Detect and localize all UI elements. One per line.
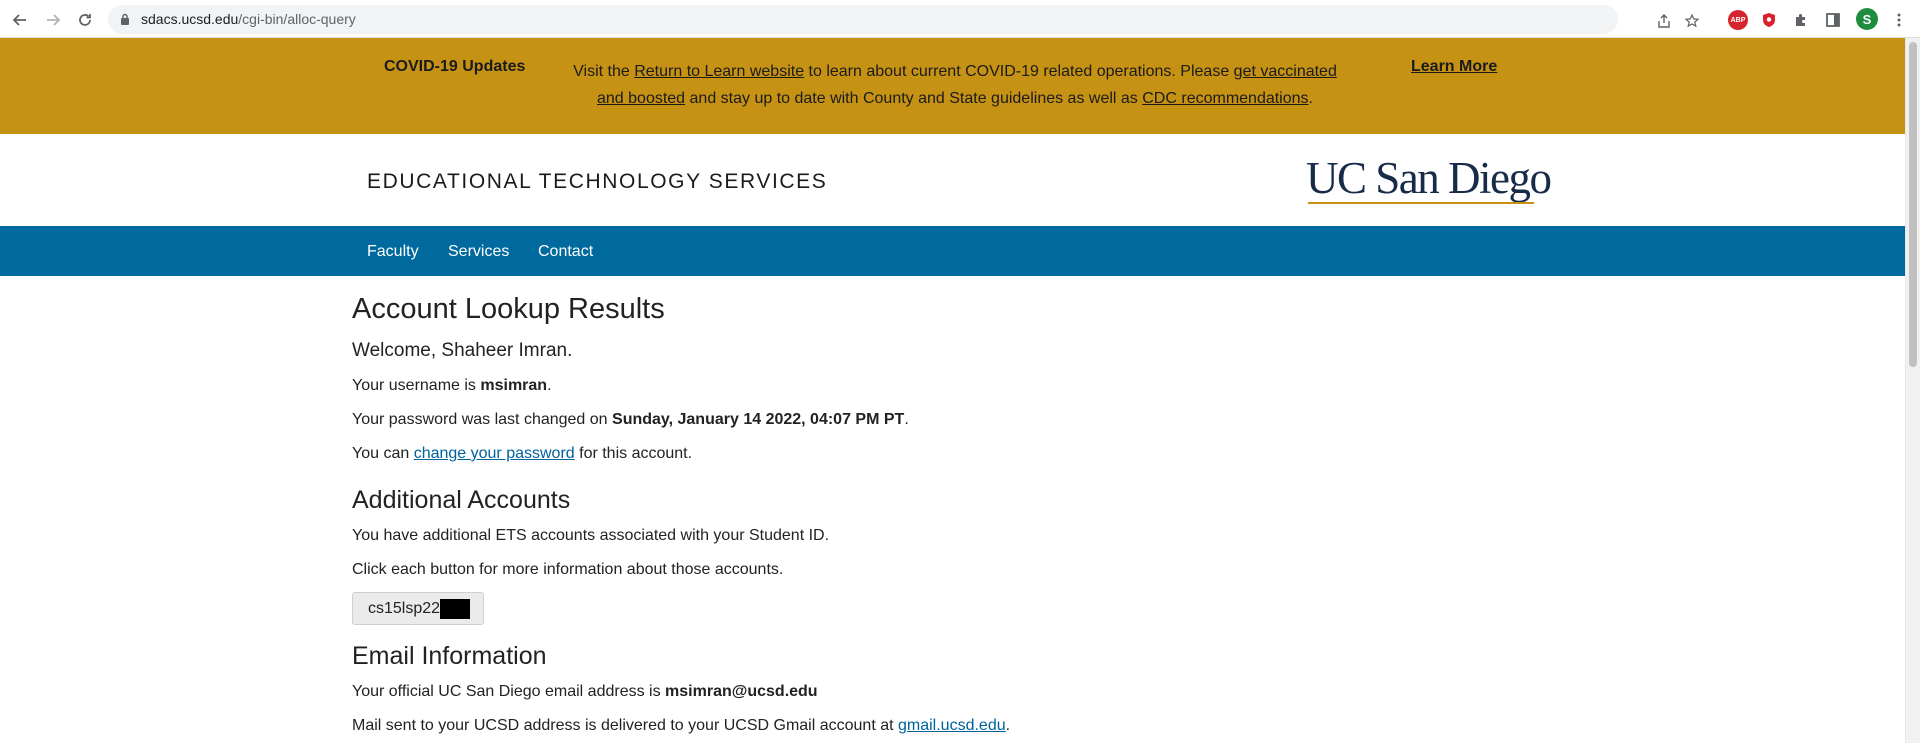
profile-avatar[interactable]: S <box>1856 8 1878 30</box>
password-suffix: . <box>904 411 909 428</box>
lock-icon <box>121 13 129 25</box>
redaction-block <box>440 598 471 619</box>
main-nav: Faculty Services Contact <box>0 226 1905 276</box>
official-email-line: Your official UC San Diego email address… <box>352 683 818 701</box>
arrow-right-icon <box>47 14 61 26</box>
side-panel-icon[interactable] <box>1823 10 1843 30</box>
account-button-label: cs15lsp22 <box>368 599 441 617</box>
site-title[interactable]: EDUCATIONAL TECHNOLOGY SERVICES <box>367 170 827 194</box>
username-suffix: . <box>547 377 552 394</box>
shield-extension-icon[interactable] <box>1759 10 1779 30</box>
gmail-link[interactable]: gmail.ucsd.edu <box>898 717 1006 734</box>
logo-underline <box>1308 202 1534 204</box>
bookmark-star-icon[interactable] <box>1685 14 1699 28</box>
address-bar[interactable]: sdacs.ucsd.edu/cgi-bin/alloc-query <box>108 5 1699 34</box>
welcome-message: Welcome, Shaheer Imran. <box>352 340 573 361</box>
arrow-left-icon <box>12 14 26 26</box>
browser-toolbar: sdacs.ucsd.edu/cgi-bin/alloc-query ABP S <box>0 0 1920 38</box>
url-host: sdacs.ucsd.edu <box>141 11 239 27</box>
return-to-learn-link[interactable]: Return to Learn website <box>634 63 804 80</box>
gmail-prefix: Mail sent to your UCSD address is delive… <box>352 717 898 734</box>
cdc-recommendations-link[interactable]: CDC recommendations <box>1142 90 1308 107</box>
reload-icon <box>79 14 91 26</box>
reload-button[interactable] <box>72 7 98 33</box>
additional-accounts-text: You have additional ETS accounts associa… <box>352 527 830 544</box>
username-value: msimran <box>480 377 548 394</box>
page-title: Account Lookup Results <box>352 293 665 325</box>
banner-text-2: to learn about current COVID-19 related … <box>804 63 1234 80</box>
additional-accounts-heading: Additional Accounts <box>352 486 571 514</box>
nav-item-contact[interactable]: Contact <box>538 243 593 261</box>
url-text: sdacs.ucsd.edu/cgi-bin/alloc-query <box>141 11 356 27</box>
change-suffix: for this account. <box>574 445 693 462</box>
share-icon[interactable] <box>1657 14 1671 28</box>
kebab-menu-icon[interactable] <box>1889 10 1909 30</box>
covid-banner: COVID-19 Updates Visit the Return to Lea… <box>0 38 1905 134</box>
banner-text-3: and stay up to date with County and Stat… <box>685 90 1143 107</box>
adblock-extension-icon[interactable]: ABP <box>1728 10 1748 30</box>
nav-item-faculty[interactable]: Faculty <box>367 243 419 261</box>
change-password-line: You can change your password for this ac… <box>352 445 692 463</box>
email-address: msimran@ucsd.edu <box>665 683 818 700</box>
forward-button[interactable] <box>40 7 66 33</box>
account-button[interactable]: cs15lsp22 <box>352 592 484 625</box>
covid-banner-title: COVID-19 Updates <box>384 58 526 75</box>
ucsd-logo[interactable]: UC San Diego <box>1306 156 1552 201</box>
additional-accounts-instructions: Click each button for more information a… <box>352 561 784 578</box>
site-header: EDUCATIONAL TECHNOLOGY SERVICES UC San D… <box>0 134 1905 226</box>
banner-text-1: Visit the <box>573 63 635 80</box>
gmail-suffix: . <box>1005 717 1011 734</box>
learn-more-link[interactable]: Learn More <box>1411 58 1497 76</box>
password-prefix: Your password was last changed on <box>352 411 613 428</box>
password-changed-line: Your password was last changed on Sunday… <box>352 411 909 429</box>
url-path: /cgi-bin/alloc-query <box>238 11 356 27</box>
nav-item-services[interactable]: Services <box>448 243 509 261</box>
back-button[interactable] <box>7 7 33 33</box>
banner-text-4: . <box>1308 90 1313 107</box>
change-password-link[interactable]: change your password <box>414 445 575 462</box>
username-prefix: Your username is <box>352 377 481 394</box>
email-information-heading: Email Information <box>352 642 547 670</box>
covid-banner-message: Visit the Return to Learn website to lea… <box>560 58 1350 112</box>
puzzle-extensions-icon[interactable] <box>1791 10 1811 30</box>
username-line: Your username is msimran. <box>352 377 552 395</box>
password-date: Sunday, January 14 2022, 04:07 PM PT <box>612 411 905 428</box>
email-prefix: Your official UC San Diego email address… <box>352 683 666 700</box>
gmail-delivery-line: Mail sent to your UCSD address is delive… <box>352 717 1010 735</box>
scrollbar-thumb[interactable] <box>1909 42 1917 367</box>
change-prefix: You can <box>352 445 414 462</box>
page-scrollbar[interactable] <box>1905 38 1920 743</box>
